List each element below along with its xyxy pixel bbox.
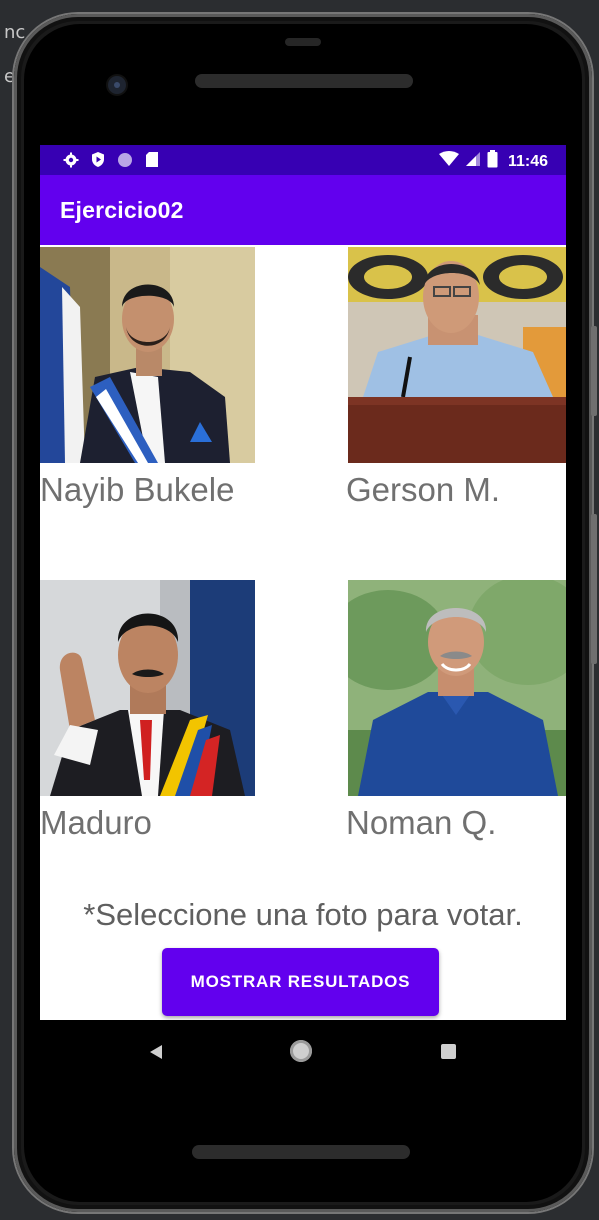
- status-bar: 11:46: [40, 145, 566, 175]
- app-title: Ejercicio02: [60, 197, 184, 223]
- sd-card-icon: [143, 151, 160, 168]
- portrait-image: [348, 580, 566, 796]
- bottom-speaker: [192, 1145, 410, 1159]
- candidate-photo-3[interactable]: [40, 580, 255, 796]
- portrait-image: [40, 580, 255, 796]
- shield-play-icon: [89, 151, 106, 168]
- ide-text-line: nc: [4, 22, 26, 43]
- signal-icon: [465, 151, 481, 172]
- recents-icon[interactable]: [441, 1044, 456, 1059]
- candidate-photo-1[interactable]: [40, 247, 255, 463]
- candidate-name-4: Noman Q.: [346, 804, 497, 841]
- power-button: [591, 514, 597, 664]
- portrait-image: [40, 247, 255, 463]
- app-bar: Ejercicio02: [40, 175, 566, 245]
- status-clock: 11:46: [507, 152, 548, 170]
- front-camera: [108, 76, 126, 94]
- show-results-button[interactable]: MOSTRAR RESULTADOS: [162, 948, 439, 1016]
- home-icon[interactable]: [290, 1040, 312, 1062]
- candidate-name-2: Gerson M.: [346, 471, 501, 508]
- candidate-photo-4[interactable]: [348, 580, 566, 796]
- circle-notification-icon: [116, 151, 133, 168]
- navigation-bar: [40, 1020, 566, 1084]
- candidate-name-3: Maduro: [40, 804, 152, 841]
- vote-instruction: *Seleccione una foto para votar.: [83, 897, 523, 932]
- candidate-name-1: Nayib Bukele: [40, 471, 235, 508]
- gear-icon: [62, 151, 79, 168]
- top-speaker: [195, 74, 413, 88]
- volume-button: [591, 326, 597, 416]
- earpiece-slot: [285, 38, 321, 46]
- battery-icon: [487, 150, 498, 173]
- portrait-image: [348, 247, 566, 463]
- candidate-photo-2[interactable]: [348, 247, 566, 463]
- wifi-icon: [438, 151, 459, 172]
- device-screen: 11:46 Ejercicio02 Nayib Bukele Gerson M.…: [40, 145, 566, 1020]
- back-icon[interactable]: [148, 1044, 164, 1065]
